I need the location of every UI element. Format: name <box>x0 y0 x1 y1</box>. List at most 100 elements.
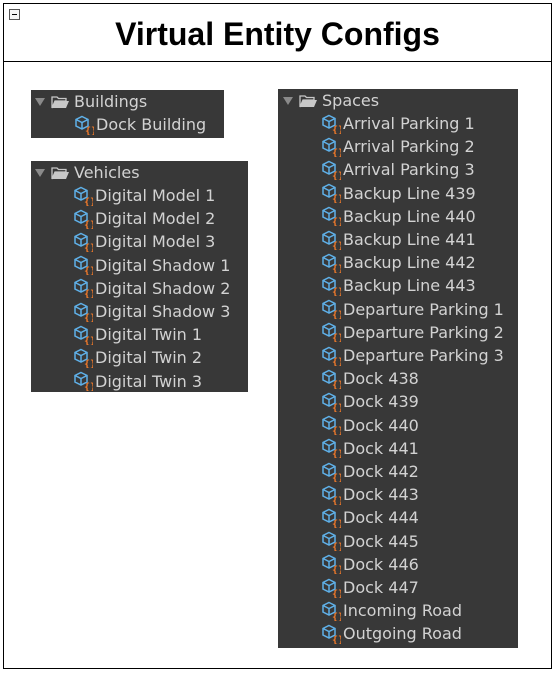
svg-text:{}: {} <box>332 426 341 435</box>
svg-text:{}: {} <box>332 194 341 203</box>
entity-config-item[interactable]: {}Backup Line 443 <box>321 274 476 297</box>
entity-config-label: Dock 441 <box>343 438 419 458</box>
cube-config-icon: {} <box>73 348 93 368</box>
entity-config-item[interactable]: {}Departure Parking 1 <box>321 298 504 321</box>
entity-config-label: Digital Model 2 <box>95 209 216 229</box>
entity-config-label: Backup Line 440 <box>343 206 476 226</box>
entity-config-item[interactable]: {}Digital Shadow 2 <box>73 277 230 300</box>
entity-config-item[interactable]: {}Backup Line 439 <box>321 182 476 205</box>
svg-text:{}: {} <box>332 496 341 505</box>
entity-config-item[interactable]: {}Dock 446 <box>321 553 419 576</box>
svg-text:{}: {} <box>332 589 341 598</box>
svg-text:{}: {} <box>84 382 93 391</box>
entity-config-item[interactable]: {}Digital Shadow 1 <box>73 254 230 277</box>
cube-config-icon: {} <box>73 302 93 322</box>
page-title: Virtual Entity Configs <box>115 16 440 52</box>
entity-config-item[interactable]: {}Digital Twin 3 <box>73 370 202 393</box>
cube-config-icon: {} <box>321 346 341 366</box>
entity-config-label: Dock 444 <box>343 508 419 528</box>
svg-text:{}: {} <box>84 220 93 229</box>
cube-config-icon: {} <box>73 371 93 391</box>
entity-config-label: Digital Twin 2 <box>95 348 203 368</box>
svg-text:{}: {} <box>332 241 341 250</box>
entity-config-label: Dock 446 <box>343 554 419 574</box>
triangle-down-icon[interactable] <box>35 168 45 177</box>
entity-config-item[interactable]: {}Backup Line 440 <box>321 205 476 228</box>
entity-config-label: Departure Parking 1 <box>343 299 504 319</box>
svg-text:{}: {} <box>84 197 93 206</box>
svg-text:{}: {} <box>332 519 341 528</box>
cube-config-icon: {} <box>321 415 341 435</box>
cube-config-icon: {} <box>321 462 341 482</box>
buildings-folder-label: Buildings <box>74 92 148 111</box>
entity-config-item[interactable]: {}Digital Twin 1 <box>73 323 202 346</box>
entity-config-item[interactable]: {}Dock 439 <box>321 390 419 413</box>
cube-config-icon: {} <box>321 322 341 342</box>
entity-config-label: Departure Parking 3 <box>343 346 504 365</box>
spaces-folder-header[interactable]: Spaces <box>283 89 379 112</box>
entity-config-label: Backup Line 443 <box>343 276 476 296</box>
entity-config-label: Dock Building <box>96 115 207 134</box>
entity-config-item[interactable]: {}Digital Twin 2 <box>73 346 202 369</box>
entity-config-item[interactable]: {}Incoming Road <box>321 599 462 622</box>
entity-config-item[interactable]: {}Backup Line 441 <box>321 228 476 251</box>
cube-config-icon: {} <box>321 114 341 134</box>
svg-text:{}: {} <box>332 287 341 296</box>
svg-text:{}: {} <box>332 357 341 366</box>
entity-config-item[interactable]: {}Dock Building <box>74 113 206 136</box>
entity-config-item[interactable]: {}Digital Model 3 <box>73 230 215 253</box>
cube-config-icon: {} <box>321 485 341 505</box>
entity-config-item[interactable]: {}Arrival Parking 2 <box>321 135 475 158</box>
entity-config-item[interactable]: {}Dock 443 <box>321 483 419 506</box>
entity-config-item[interactable]: {}Digital Shadow 3 <box>73 300 230 323</box>
entity-config-item[interactable]: {}Dock 442 <box>321 460 419 483</box>
entity-config-item[interactable]: {}Dock 441 <box>321 437 419 460</box>
cube-config-icon: {} <box>321 601 341 621</box>
entity-config-label: Digital Shadow 1 <box>95 255 231 275</box>
entity-config-item[interactable]: {}Backup Line 442 <box>321 251 476 274</box>
svg-text:{}: {} <box>84 313 93 322</box>
entity-config-label: Dock 442 <box>343 462 419 481</box>
entity-config-label: Digital Twin 1 <box>95 325 203 345</box>
entity-config-item[interactable]: {}Digital Model 1 <box>73 184 215 207</box>
entity-config-item[interactable]: {}Arrival Parking 1 <box>321 112 475 135</box>
cube-config-icon: {} <box>321 206 341 226</box>
svg-text:{}: {} <box>332 449 341 458</box>
entity-config-label: Departure Parking 2 <box>343 322 504 342</box>
vehicles-folder-header[interactable]: Vehicles <box>35 161 140 184</box>
entity-config-label: Arrival Parking 2 <box>343 137 475 157</box>
svg-text:{}: {} <box>84 359 93 368</box>
entity-config-item[interactable]: {}Digital Model 2 <box>73 207 215 230</box>
folder-open-icon <box>51 166 70 180</box>
entity-config-label: Backup Line 441 <box>343 230 476 249</box>
entity-config-label: Dock 438 <box>343 369 419 389</box>
triangle-down-icon[interactable] <box>35 97 45 106</box>
entity-config-item[interactable]: {}Outgoing Road <box>321 622 462 645</box>
cube-config-icon: {} <box>321 392 341 412</box>
cube-config-icon: {} <box>74 115 94 135</box>
svg-text:{}: {} <box>332 380 341 389</box>
entity-config-item[interactable]: {}Departure Parking 3 <box>321 344 504 367</box>
svg-text:{}: {} <box>332 565 341 574</box>
spaces-panel: Spaces{}Arrival Parking 1{}Arrival Parki… <box>278 89 518 648</box>
entity-config-item[interactable]: {}Dock 444 <box>321 506 419 529</box>
entity-config-item[interactable]: {}Departure Parking 2 <box>321 321 504 344</box>
cube-config-icon: {} <box>73 278 93 298</box>
triangle-down-icon[interactable] <box>283 96 293 105</box>
entity-config-item[interactable]: {}Dock 440 <box>321 414 419 437</box>
svg-text:{}: {} <box>84 243 93 252</box>
entity-config-label: Digital Shadow 3 <box>95 302 231 321</box>
entity-config-label: Dock 443 <box>343 485 419 505</box>
cube-config-icon: {} <box>321 438 341 458</box>
entity-config-label: Outgoing Road <box>343 624 462 644</box>
cube-config-icon: {} <box>321 531 341 551</box>
entity-config-item[interactable]: {}Arrival Parking 3 <box>321 158 475 181</box>
entity-config-item[interactable]: {}Dock 445 <box>321 530 419 553</box>
entity-config-item[interactable]: {}Dock 438 <box>321 367 419 390</box>
cube-config-icon: {} <box>321 624 341 644</box>
buildings-folder-header[interactable]: Buildings <box>35 90 147 113</box>
entity-config-label: Incoming Road <box>343 601 463 621</box>
entity-config-item[interactable]: {}Dock 447 <box>321 576 419 599</box>
cube-config-icon: {} <box>73 232 93 252</box>
entity-config-label: Arrival Parking 3 <box>343 160 475 180</box>
